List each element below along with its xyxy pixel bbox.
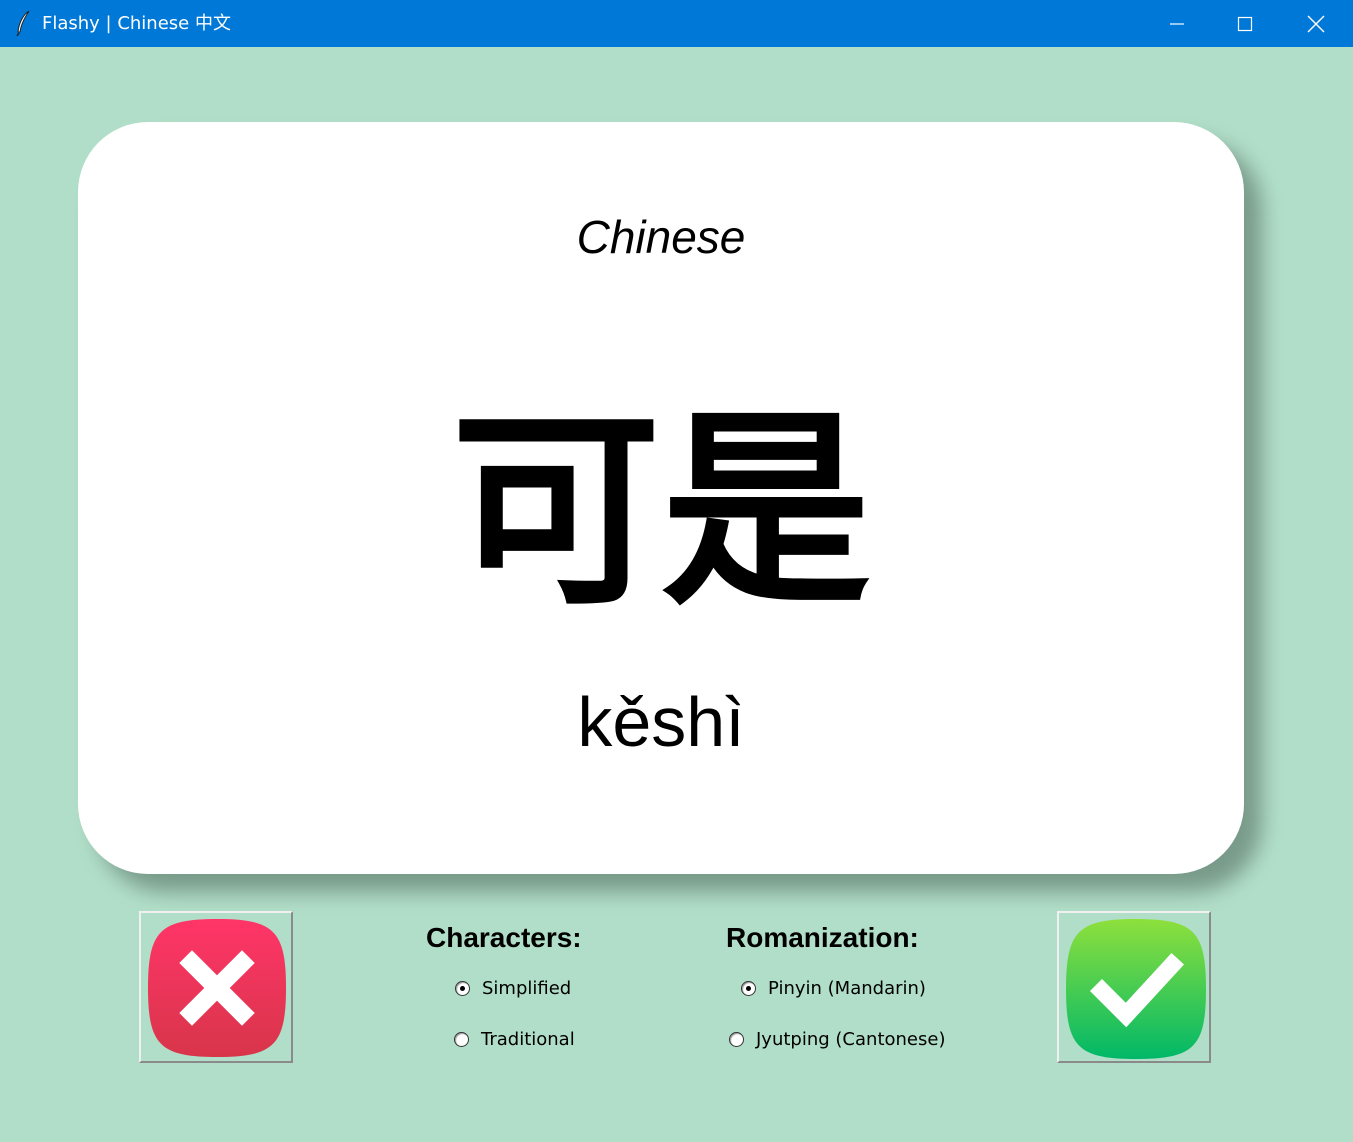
close-button[interactable] — [1282, 0, 1350, 47]
maximize-icon — [1237, 16, 1253, 31]
wrong-button[interactable] — [139, 911, 293, 1063]
checkmark-icon — [1066, 919, 1206, 1059]
characters-label: Characters: — [426, 922, 582, 953]
radio-label: Traditional — [481, 1029, 575, 1050]
x-mark-icon — [148, 919, 286, 1057]
maximize-button[interactable] — [1211, 0, 1279, 47]
radio-indicator — [741, 981, 756, 996]
radio-indicator — [729, 1032, 744, 1047]
radio-label: Simplified — [482, 978, 572, 999]
radio-label: Pinyin (Mandarin) — [768, 978, 926, 999]
right-button[interactable] — [1057, 911, 1211, 1063]
close-icon — [1307, 15, 1325, 32]
card-romanization: kěshì — [577, 683, 745, 761]
window-title: Flashy | Chinese 中文 — [42, 13, 231, 34]
flashcard: Chinese 可是 kěshì — [78, 122, 1244, 874]
minimize-icon — [1170, 22, 1184, 25]
romanization-label: Romanization: — [726, 922, 919, 953]
card-language: Chinese — [576, 211, 746, 263]
radio-jyutping[interactable]: Jyutping (Cantonese) — [729, 1029, 945, 1050]
radio-pinyin[interactable]: Pinyin (Mandarin) — [741, 978, 926, 999]
radio-indicator — [454, 1032, 469, 1047]
card-word: 可是 — [450, 389, 871, 634]
radio-simplified[interactable]: Simplified — [455, 978, 571, 999]
radio-label: Jyutping (Cantonese) — [756, 1029, 946, 1050]
radio-traditional[interactable]: Traditional — [454, 1029, 575, 1050]
feather-icon — [16, 10, 30, 36]
title-bar: Flashy | Chinese 中文 — [0, 0, 1353, 47]
radio-indicator — [455, 981, 470, 996]
minimize-button[interactable] — [1143, 0, 1211, 47]
